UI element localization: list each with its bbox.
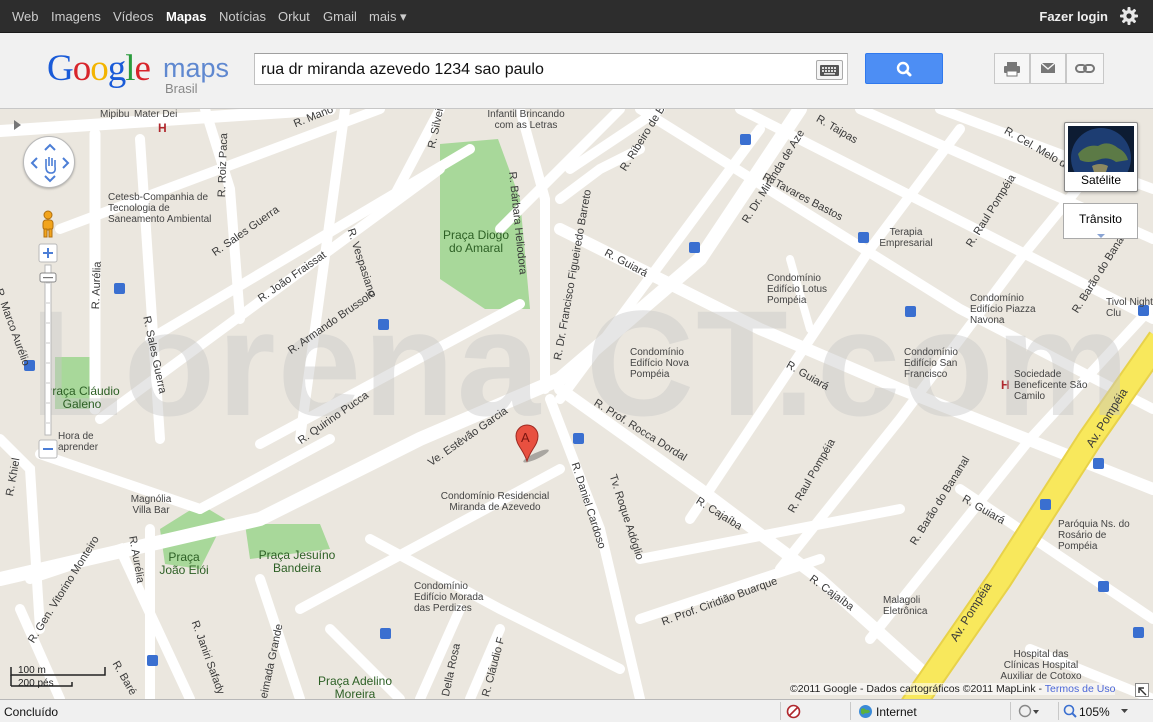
keyboard-icon[interactable]	[816, 60, 843, 80]
search-icon	[896, 61, 912, 77]
globe-thumbnail	[1068, 126, 1134, 172]
hand-icon	[45, 157, 56, 174]
park-label: Praça Jesuíno Bandeira	[258, 548, 336, 576]
satellite-label: Satélite	[1080, 173, 1122, 187]
road-label: R. Aurélia	[90, 261, 104, 310]
internet-globe-icon	[859, 705, 872, 718]
topbar-link-noticias[interactable]: Notícias	[219, 9, 266, 24]
logo-maps-text: maps	[163, 53, 230, 83]
traffic-button[interactable]: Trânsito	[1063, 203, 1138, 239]
place-label: Condomínio Edifício Morada das Perdizes	[414, 581, 484, 614]
popup-blocker-icon[interactable]	[786, 704, 801, 719]
status-text: Concluído	[4, 705, 59, 719]
satellite-button[interactable]: Satélite	[1064, 122, 1138, 192]
park-label: Praça Adelino Moreira	[317, 674, 393, 699]
traffic-label: Trânsito	[1079, 212, 1122, 226]
scale-feet: 200 pés	[18, 678, 54, 689]
zoom-track[interactable]	[44, 264, 52, 436]
place-label: Condomínio Edifício Lotus Pompéia	[767, 273, 828, 306]
park-label: Praça João Elói	[159, 550, 209, 578]
place-label: Terapia Empresarial	[879, 227, 933, 249]
hospital-icon: H	[158, 121, 167, 135]
chevron-down-icon[interactable]	[1120, 708, 1129, 714]
browser-status-bar: Concluído Internet 105%	[0, 699, 1153, 722]
zoom-out-button[interactable]	[38, 439, 58, 459]
browser-page: Web Imagens Vídeos Mapas Notícias Orkut …	[0, 0, 1153, 722]
place-label: Tivol Night Clu	[1106, 297, 1153, 319]
printer-icon	[1004, 62, 1020, 77]
logo-region-text: Brasil	[165, 81, 198, 96]
zoom-level[interactable]: 105%	[1079, 705, 1110, 719]
chevron-right-icon[interactable]	[9, 117, 25, 133]
topbar-link-imagens[interactable]: Imagens	[51, 9, 101, 24]
logo-google-text: Google	[47, 48, 151, 89]
gear-icon[interactable]	[1119, 6, 1139, 26]
map-canvas[interactable]: H H Lorena CT.com A R. Mano R. Silveira …	[0, 109, 1153, 699]
zoom-control	[38, 243, 58, 459]
place-label: Condomínio Edifício San Francisco	[904, 347, 958, 380]
place-label: Hospital das Clínicas Hospital Auxiliar …	[1000, 649, 1082, 682]
pan-arrows-icon	[30, 143, 70, 183]
place-label: Cetesb-Companhia de Tecnologia de Saneam…	[108, 192, 212, 225]
marker-letter: A	[521, 430, 530, 445]
email-button[interactable]	[1030, 53, 1066, 84]
overview-map-toggle[interactable]	[1135, 683, 1149, 697]
topbar-link-gmail[interactable]: Gmail	[323, 9, 357, 24]
maps-header: Google maps Brasil	[0, 33, 1153, 109]
google-maps-logo[interactable]: Google maps Brasil	[47, 47, 229, 96]
topbar-link-more[interactable]: mais ▾	[369, 9, 407, 25]
topbar-link-web[interactable]: Web	[12, 9, 39, 24]
place-label: Malagoli Eletrônica	[883, 595, 928, 617]
search-input[interactable]	[261, 59, 809, 81]
place-label: Mipibu	[100, 109, 130, 120]
zoom-in-button[interactable]	[38, 243, 58, 263]
scale-meters: 100 m	[18, 665, 46, 676]
place-label: Condomínio Edifício Nova Pompéia	[630, 347, 689, 380]
login-link[interactable]: Fazer login	[1039, 9, 1108, 24]
chevron-down-icon	[1097, 234, 1105, 238]
search-box	[254, 53, 848, 85]
zoom-icon	[1063, 704, 1077, 718]
link-icon	[1075, 64, 1095, 73]
place-label: Magnólia Villa Bar	[130, 494, 172, 516]
copyright-text: ©2011 Google - Dados cartográficos ©2011…	[790, 683, 1043, 695]
print-button[interactable]	[994, 53, 1030, 84]
google-topbar: Web Imagens Vídeos Mapas Notícias Orkut …	[0, 0, 1153, 33]
link-button[interactable]	[1066, 53, 1104, 84]
topbar-link-mapas[interactable]: Mapas	[166, 9, 206, 24]
map-copyright: ©2011 Google - Dados cartográficos ©2011…	[790, 683, 1116, 695]
topbar-link-orkut[interactable]: Orkut	[278, 9, 310, 24]
road-label: R. Roiz Paca	[216, 132, 231, 198]
place-label: Condomínio Residencial Miranda de Azeved…	[440, 491, 550, 513]
pan-control[interactable]	[23, 136, 75, 188]
place-label: Condomínio Edifício Piazza Navona	[970, 293, 1036, 326]
search-button[interactable]	[865, 53, 943, 84]
street-view-pegman-icon[interactable]	[38, 210, 58, 238]
place-label: Hora de aprender	[58, 431, 99, 453]
topbar-link-videos[interactable]: Vídeos	[113, 9, 153, 24]
place-label: Paróquia Ns. do Rosário de Pompéia	[1058, 519, 1130, 552]
protected-mode-icon[interactable]	[1018, 704, 1040, 719]
terms-of-use-link[interactable]: Termos de Uso	[1045, 683, 1116, 695]
place-label: Sociedade Beneficente São Camilo	[1014, 369, 1088, 402]
arrow-up-left-icon	[1138, 687, 1147, 696]
park-label: Praça Diogo do Amaral	[442, 228, 510, 256]
mail-icon	[1040, 62, 1056, 73]
place-label: Infantil Brincando com as Letras	[487, 109, 565, 131]
place-label: Mater Dei	[134, 109, 178, 120]
security-zone: Internet	[876, 705, 917, 719]
